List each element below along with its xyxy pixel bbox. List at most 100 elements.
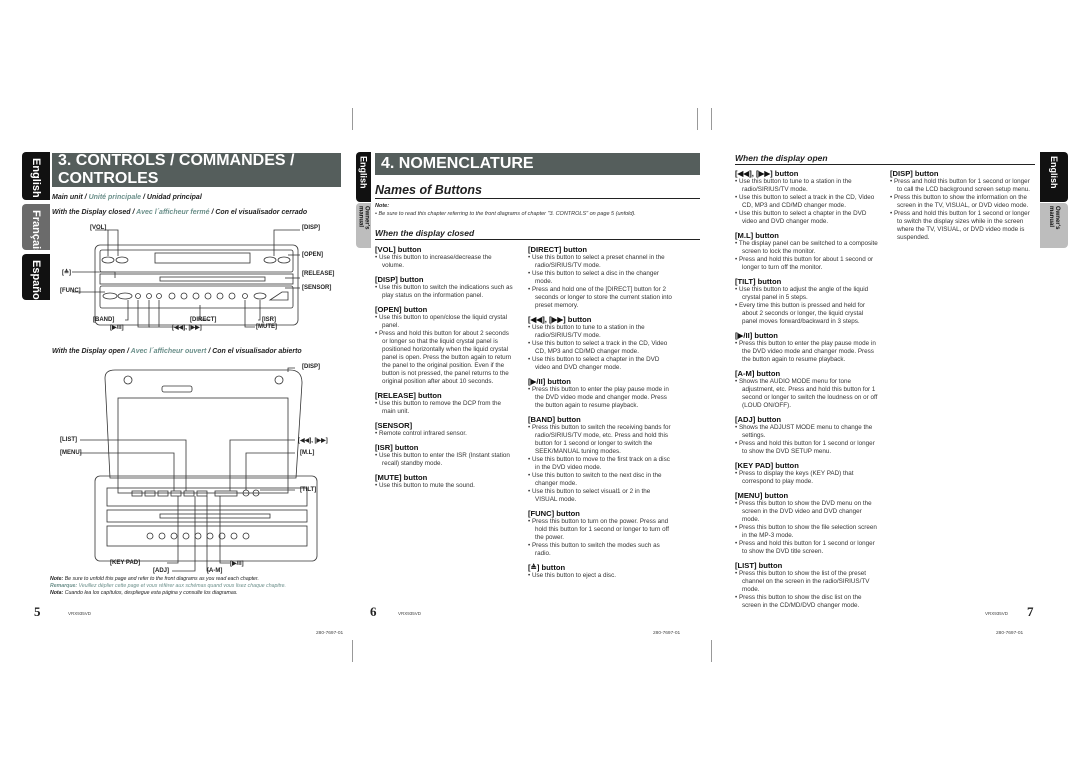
- button-description-list: Use this button to open/close the liquid…: [375, 314, 515, 386]
- button-description-list: Use this button to tune to a station in …: [528, 324, 673, 372]
- button-description-title: [DISP] button: [375, 275, 424, 284]
- label-skip: [◀◀], [▶▶]: [172, 325, 202, 331]
- crop-mark: [711, 640, 712, 662]
- tab-francais: Français: [22, 204, 50, 255]
- button-description-list: Use this button to adjust the angle of t…: [735, 286, 880, 326]
- list-item: Press to display the keys (KEY PAD) that…: [735, 470, 880, 486]
- p7-left-column: [◀◀], [▶▶] buttonUse this button to tune…: [735, 169, 880, 610]
- label-open-play: [▶/II]: [230, 561, 244, 567]
- button-description-list: Use this button to remove the DCP from t…: [375, 400, 515, 416]
- list-item: Use this button to enter the ISR (Instan…: [375, 452, 515, 468]
- open-unit-diagram: [80, 367, 318, 572]
- label-isr: [ISR]: [262, 317, 276, 323]
- crop-mark: [352, 108, 353, 130]
- crop-mark: [711, 108, 712, 130]
- button-description-title: [DIRECT] button: [528, 245, 588, 254]
- list-item: Press and hold this button for 1 second …: [890, 178, 1035, 194]
- list-item: Use this button to select a disc in the …: [528, 270, 673, 286]
- page-number: 6: [370, 604, 377, 619]
- main-unit-heading: Main unit / Unité principale / Unidad pr…: [52, 194, 202, 201]
- list-item: Press and hold this button for 1 second …: [890, 210, 1035, 242]
- label-open-skip: [◀◀], [▶▶]: [298, 438, 328, 444]
- list-item: Remote control infrared sensor.: [375, 430, 515, 438]
- closed-heading: With the Display closed / Avec l´affiche…: [52, 209, 308, 216]
- list-item: Press this button to switch the modes su…: [528, 542, 673, 558]
- label-sensor: [SENSOR]: [302, 285, 332, 291]
- model-number: VRX935VD: [985, 611, 1009, 616]
- section-heading: When the display closed: [375, 228, 700, 240]
- button-description-title: [ISR] button: [375, 443, 419, 452]
- list-item: Press this button to show the informatio…: [890, 194, 1035, 210]
- list-item: Use this button to tune to a station in …: [735, 178, 880, 194]
- tab-english: English: [22, 152, 50, 200]
- list-item: Press and hold this button for 1 second …: [735, 540, 880, 556]
- p6-left-column: [VOL] buttonUse this button to increase/…: [375, 245, 515, 490]
- button-description-title: [LIST] button: [735, 561, 783, 570]
- list-item: Use this button to tune to a station in …: [528, 324, 673, 340]
- label-vol: [VOL]: [90, 225, 107, 231]
- button-description-list: Press to display the keys (KEY PAD) that…: [735, 470, 880, 486]
- list-item: Press and hold this button for about 2 s…: [375, 330, 515, 386]
- label-func: [FUNC]: [60, 288, 81, 294]
- section-heading: When the display open: [735, 153, 1035, 165]
- document-code: 280-7697-01: [653, 631, 681, 636]
- label-keypad: [KEY PAD]: [110, 560, 141, 566]
- list-item: Press and hold this button for about 1 s…: [735, 256, 880, 272]
- label-mute: [MUTE]: [256, 324, 277, 330]
- tab-owners-manual: Owner's manual: [356, 203, 371, 248]
- list-item: Press this button to show the list of th…: [735, 570, 880, 594]
- list-item: Every time this button is pressed and he…: [735, 302, 880, 326]
- list-item: Use this button to remove the DCP from t…: [375, 400, 515, 416]
- list-item: Use this button to select a chapter in t…: [735, 210, 880, 226]
- tab-english: English: [356, 152, 371, 202]
- list-item: Press this button to show the file selec…: [735, 524, 880, 540]
- label-band: [BAND]: [93, 317, 115, 323]
- button-description-title: [MUTE] button: [375, 473, 428, 482]
- list-item: Use this button to select a preset chann…: [528, 254, 673, 270]
- label-play-pause: [▶/II]: [110, 325, 124, 331]
- button-description-title: [DISP] button: [890, 169, 939, 178]
- button-description-list: Shows the ADJUST MODE menu to change the…: [735, 424, 880, 456]
- button-description-list: Press and hold this button for 1 second …: [890, 178, 1035, 242]
- tab-english: English: [1040, 152, 1068, 202]
- button-description-title: [OPEN] button: [375, 305, 428, 314]
- list-item: Press and hold one of the [DIRECT] butto…: [528, 286, 673, 310]
- note-text: • Be sure to read this chapter referring…: [375, 211, 636, 217]
- label-list: [LIST]: [60, 437, 77, 443]
- list-item: Use this button to select a track in the…: [735, 194, 880, 210]
- model-number: VRX935VD: [68, 611, 92, 616]
- label-am: [A-M]: [207, 568, 223, 574]
- button-description-list: Use this button to select a preset chann…: [528, 254, 673, 310]
- button-description-list: Use this button to eject a disc.: [528, 572, 673, 580]
- label-open-disp: [DISP]: [302, 364, 320, 370]
- button-description-title: [▶/II] button: [735, 331, 778, 340]
- p7-right-column: [DISP] buttonPress and hold this button …: [890, 169, 1035, 242]
- button-description-title: [M.L] button: [735, 231, 779, 240]
- p6-right-column: [DIRECT] buttonUse this button to select…: [528, 245, 673, 580]
- button-description-list: Press this button to enter the play paus…: [528, 386, 673, 410]
- label-ml: [M.L]: [300, 450, 315, 456]
- list-item: Shows the ADJUST MODE menu to change the…: [735, 424, 880, 440]
- list-item: The display panel can be switched to a c…: [735, 240, 880, 256]
- page-title: 3. CONTROLS / COMMANDES / CONTROLES: [52, 152, 341, 187]
- label-menu: [MENU]: [60, 450, 82, 456]
- label-tilt: [TILT]: [300, 487, 317, 493]
- page-title: 4. NOMENCLATURE: [375, 153, 700, 175]
- button-description-list: Use this button to mute the sound.: [375, 482, 515, 490]
- button-description-title: [BAND] button: [528, 415, 581, 424]
- button-description-list: Press this button to enter the play paus…: [735, 340, 880, 364]
- label-disp: [DISP]: [302, 225, 320, 231]
- button-description-title: [ADJ] button: [735, 415, 781, 424]
- button-description-list: The display panel can be switched to a c…: [735, 240, 880, 272]
- button-description-list: Use this button to tune to a station in …: [735, 178, 880, 226]
- unfold-notes: Note: Be sure to unfold this page and re…: [50, 576, 286, 596]
- button-description-list: Press this button to show the DVD menu o…: [735, 500, 880, 556]
- button-description-title: [MENU] button: [735, 491, 789, 500]
- button-description-title: [≜] button: [528, 563, 566, 572]
- page-number: 7: [1027, 604, 1034, 619]
- button-description-title: [RELEASE] button: [375, 391, 442, 400]
- button-description-list: Use this button to increase/decrease the…: [375, 254, 515, 270]
- list-item: Shows the AUDIO MODE menu for tone adjus…: [735, 378, 880, 410]
- list-item: Press this button to switch the receivin…: [528, 424, 673, 456]
- label-direct: [DIRECT]: [190, 317, 217, 323]
